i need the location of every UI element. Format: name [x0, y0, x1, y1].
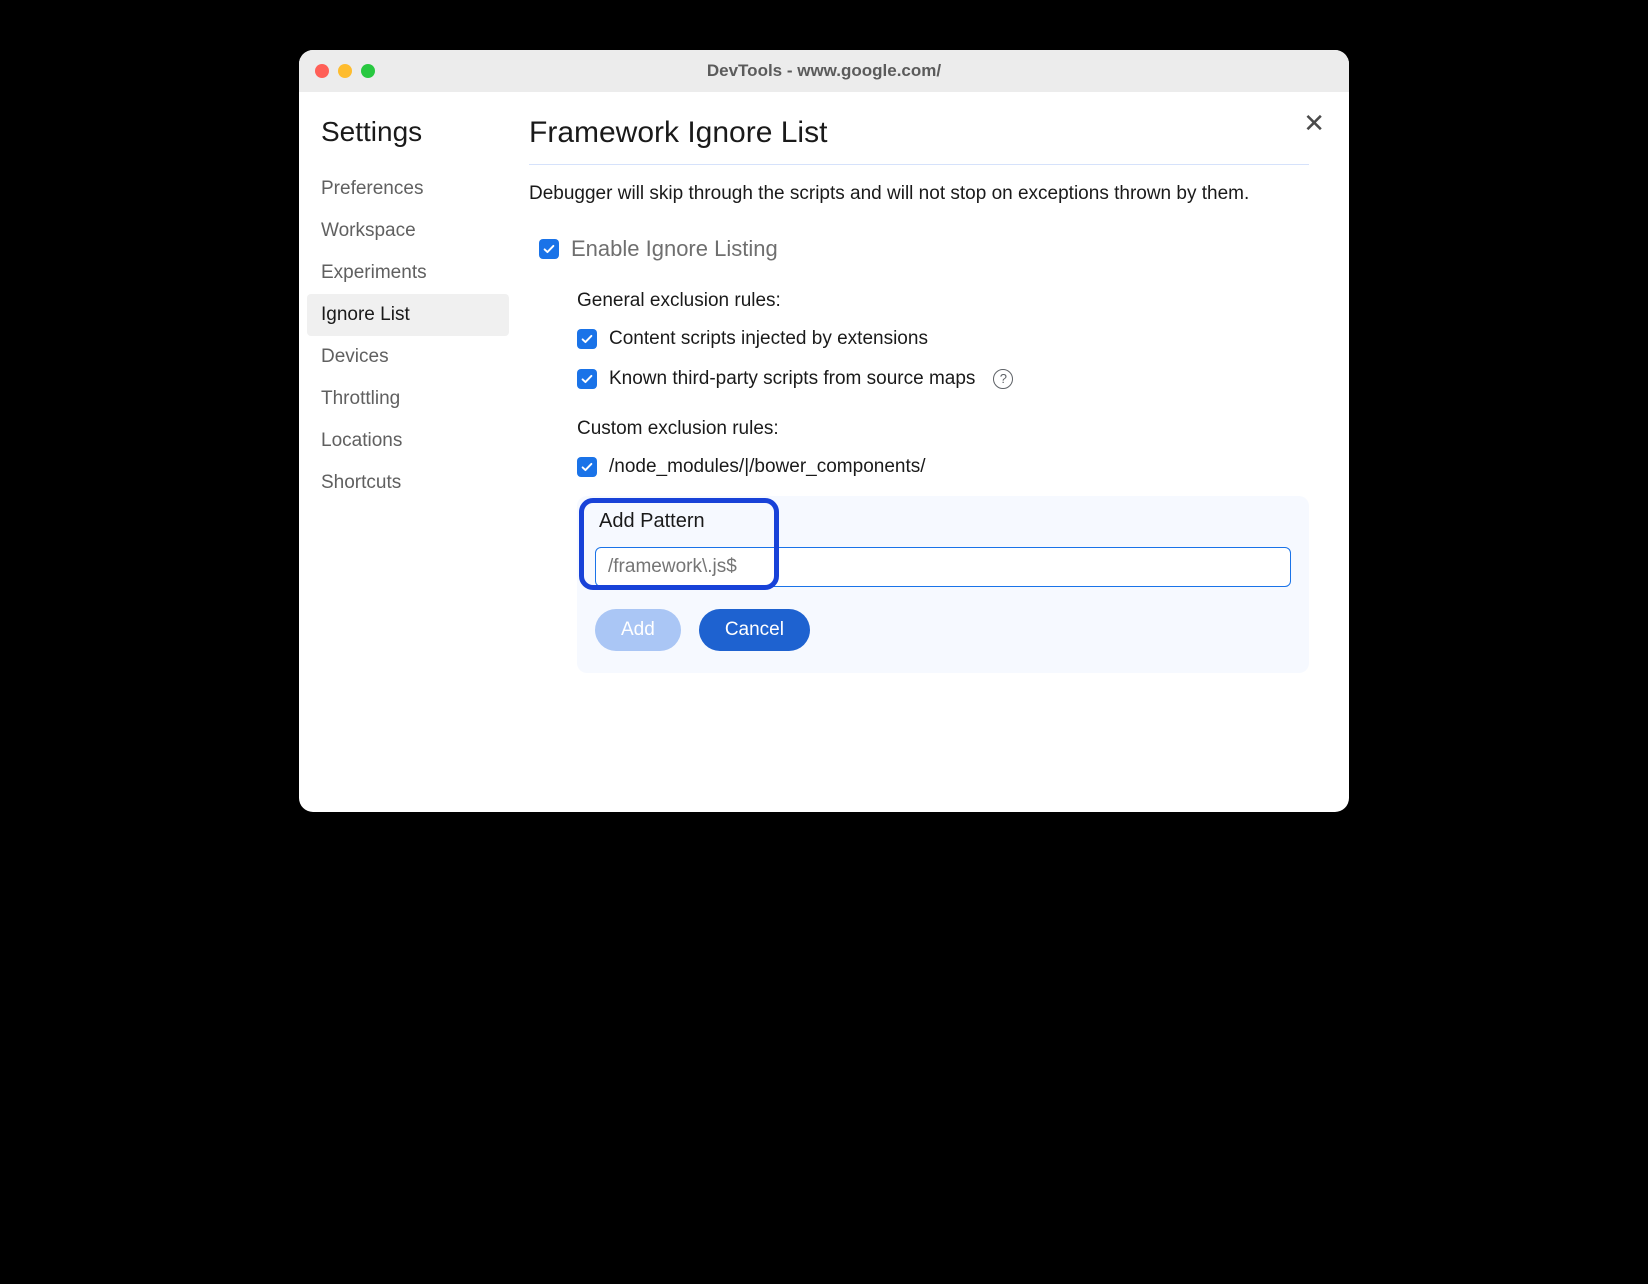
title-divider	[529, 164, 1309, 165]
settings-sidebar: Settings Preferences Workspace Experimen…	[299, 92, 509, 812]
cancel-button[interactable]: Cancel	[699, 609, 810, 651]
checkmark-icon	[542, 242, 556, 256]
general-exclusion-section: General exclusion rules: Content scripts…	[529, 290, 1309, 390]
node-modules-checkbox[interactable]	[577, 457, 597, 477]
window-titlebar: DevTools - www.google.com/	[299, 50, 1349, 92]
add-pattern-label: Add Pattern	[595, 510, 1291, 533]
enable-ignore-listing-checkbox[interactable]	[539, 239, 559, 259]
sidebar-item-locations[interactable]: Locations	[317, 420, 509, 462]
traffic-lights	[299, 64, 375, 78]
rule-content-scripts: Content scripts injected by extensions	[577, 328, 1309, 350]
checkmark-icon	[580, 372, 594, 386]
sidebar-item-devices[interactable]: Devices	[317, 336, 509, 378]
close-settings-button[interactable]: ✕	[1303, 110, 1325, 136]
settings-main: Framework Ignore List Debugger will skip…	[509, 92, 1349, 812]
pattern-input[interactable]	[595, 547, 1291, 587]
devtools-settings-window: DevTools - www.google.com/ ✕ Settings Pr…	[299, 50, 1349, 812]
add-button[interactable]: Add	[595, 609, 681, 651]
add-pattern-panel: Add Pattern Add Cancel	[577, 496, 1309, 673]
rule-label: Known third-party scripts from source ma…	[609, 368, 975, 390]
sidebar-item-experiments[interactable]: Experiments	[317, 252, 509, 294]
rule-third-party-scripts: Known third-party scripts from source ma…	[577, 368, 1309, 390]
sidebar-item-ignore-list[interactable]: Ignore List	[307, 294, 509, 336]
sidebar-item-shortcuts[interactable]: Shortcuts	[317, 462, 509, 504]
rule-label: Content scripts injected by extensions	[609, 328, 928, 350]
sidebar-title: Settings	[317, 116, 509, 148]
third-party-checkbox[interactable]	[577, 369, 597, 389]
sidebar-item-preferences[interactable]: Preferences	[317, 168, 509, 210]
window-title: DevTools - www.google.com/	[299, 61, 1349, 81]
settings-body: ✕ Settings Preferences Workspace Experim…	[299, 92, 1349, 812]
pattern-buttons: Add Cancel	[595, 609, 1291, 651]
help-icon[interactable]: ?	[993, 369, 1013, 389]
checkmark-icon	[580, 332, 594, 346]
page-description: Debugger will skip through the scripts a…	[529, 181, 1309, 208]
page-title: Framework Ignore List	[529, 116, 1309, 150]
minimize-window-icon[interactable]	[338, 64, 352, 78]
rule-label: /node_modules/|/bower_components/	[609, 456, 926, 478]
custom-exclusion-section: Custom exclusion rules: /node_modules/|/…	[529, 418, 1309, 673]
content-scripts-checkbox[interactable]	[577, 329, 597, 349]
checkmark-icon	[580, 460, 594, 474]
sidebar-item-throttling[interactable]: Throttling	[317, 378, 509, 420]
rule-node-modules: /node_modules/|/bower_components/	[577, 456, 1309, 478]
enable-ignore-listing-row: Enable Ignore Listing	[529, 236, 1309, 262]
sidebar-item-workspace[interactable]: Workspace	[317, 210, 509, 252]
close-window-icon[interactable]	[315, 64, 329, 78]
maximize-window-icon[interactable]	[361, 64, 375, 78]
enable-ignore-listing-label: Enable Ignore Listing	[571, 236, 778, 262]
custom-heading: Custom exclusion rules:	[577, 418, 1309, 440]
general-heading: General exclusion rules:	[577, 290, 1309, 312]
